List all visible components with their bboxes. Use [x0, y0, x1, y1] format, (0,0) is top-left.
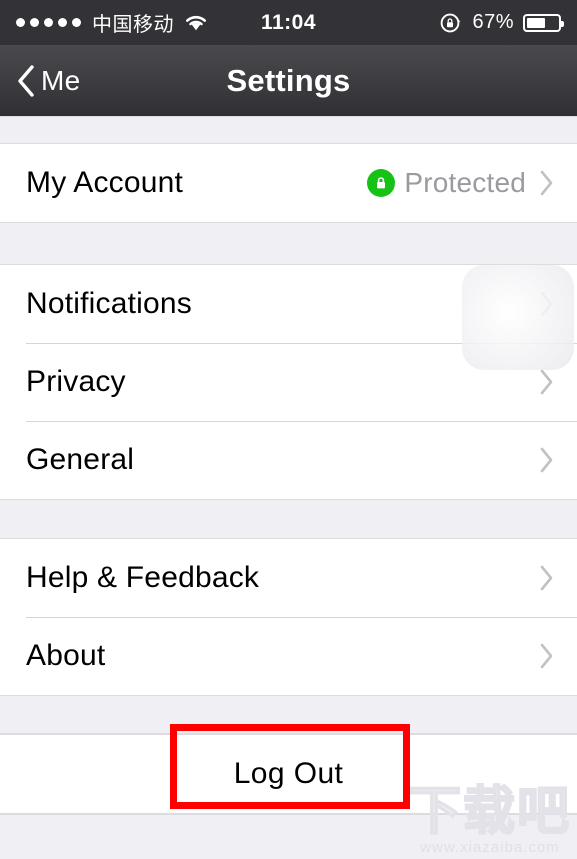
chevron-left-icon [18, 64, 34, 97]
settings-screen: 中国移动 11:04 67% Me Settings My Account Pr… [0, 0, 577, 859]
settings-row-accessory [535, 446, 555, 474]
section-preferences: Notifications Privacy General [0, 265, 577, 499]
settings-row-value: Protected [404, 167, 526, 198]
settings-row-label: General [26, 443, 135, 476]
status-bar-left: 中国移动 [16, 8, 209, 37]
navigation-bar: Me Settings [0, 45, 577, 116]
settings-row-label: Help & Feedback [26, 561, 260, 594]
status-bar-right: 67% [439, 11, 564, 35]
log-out-button[interactable]: Log Out [0, 734, 577, 814]
chevron-right-icon [540, 643, 553, 669]
section-account: My Account Protected [0, 144, 577, 222]
settings-row-label: Notifications [26, 287, 193, 320]
back-button[interactable]: Me [16, 64, 81, 98]
settings-row-privacy[interactable]: Privacy [0, 343, 577, 421]
chevron-right-icon [540, 447, 553, 473]
settings-row-help-feedback[interactable]: Help & Feedback [0, 539, 577, 617]
settings-row-notifications[interactable]: Notifications [0, 265, 577, 343]
battery-icon [523, 13, 564, 32]
settings-row-accessory [535, 368, 555, 396]
chevron-right-icon [540, 291, 553, 317]
settings-row-accessory: Protected [367, 167, 555, 199]
chevron-right-icon [540, 565, 553, 591]
wifi-icon [186, 15, 206, 31]
settings-row-my-account[interactable]: My Account Protected [0, 144, 577, 222]
page-title: Settings [226, 62, 351, 98]
back-button-label: Me [41, 64, 81, 96]
settings-row-accessory [535, 290, 555, 318]
status-bar: 中国移动 11:04 67% [0, 0, 577, 45]
lock-icon [367, 169, 396, 197]
settings-row-label: About [26, 639, 106, 672]
signal-strength-dots [16, 18, 81, 27]
section-gap-top [0, 116, 577, 144]
settings-row-label: Privacy [26, 365, 126, 398]
carrier-name: 中国移动 [92, 14, 174, 36]
chevron-right-icon [540, 170, 553, 196]
chevron-right-icon [540, 369, 553, 395]
settings-row-accessory [535, 642, 555, 670]
status-bar-clock: 11:04 [260, 10, 317, 34]
section-support: Help & Feedback About [0, 539, 577, 695]
rotation-lock-icon [441, 13, 461, 32]
section-gap-1 [0, 222, 577, 265]
log-out-label: Log Out [233, 757, 344, 790]
section-gap-3 [0, 695, 577, 734]
settings-row-label: My Account [26, 166, 184, 199]
section-gap-bottom [0, 814, 577, 859]
settings-row-general[interactable]: General [0, 421, 577, 499]
section-gap-2 [0, 499, 577, 539]
settings-row-about[interactable]: About [0, 617, 577, 695]
settings-row-accessory [535, 564, 555, 592]
battery-percentage: 67% [472, 11, 514, 33]
